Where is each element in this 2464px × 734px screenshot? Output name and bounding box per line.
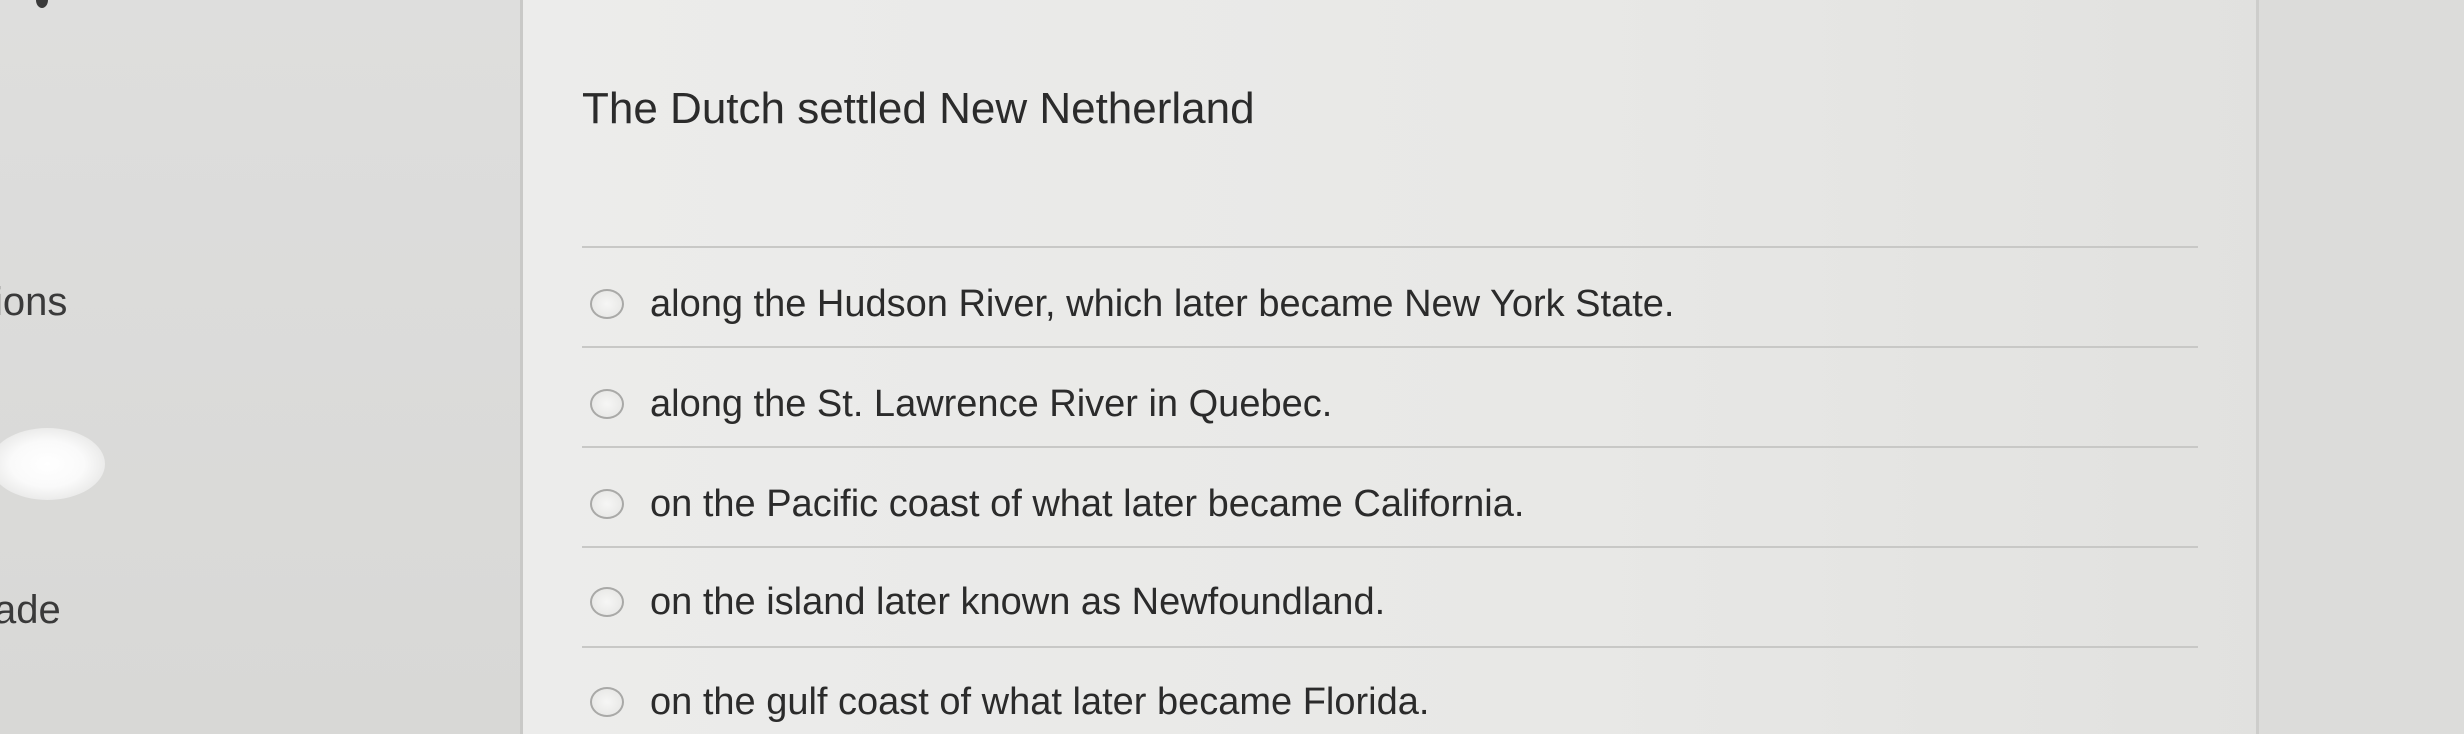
answer-option-label: on the gulf coast of what later became F… bbox=[650, 680, 1430, 723]
sidebar-item-partial-label-2[interactable]: ade bbox=[0, 588, 61, 633]
sidebar-partial-glyph bbox=[36, 0, 48, 8]
radio-button[interactable] bbox=[590, 587, 624, 617]
answer-option-4[interactable]: on the island later known as Newfoundlan… bbox=[590, 572, 1385, 632]
right-panel bbox=[2256, 0, 2464, 734]
divider bbox=[582, 446, 2198, 448]
answer-option-5[interactable]: on the gulf coast of what later became F… bbox=[590, 672, 1429, 732]
radio-button[interactable] bbox=[590, 687, 624, 717]
radio-button[interactable] bbox=[590, 289, 624, 319]
answer-option-label: on the island later known as Newfoundlan… bbox=[650, 580, 1386, 623]
answer-option-label: along the Hudson River, which later beca… bbox=[650, 282, 1675, 325]
left-sidebar: ions ade bbox=[0, 0, 523, 734]
answer-option-label: along the St. Lawrence River in Quebec. bbox=[650, 382, 1333, 425]
answer-option-2[interactable]: along the St. Lawrence River in Quebec. bbox=[590, 374, 1332, 434]
radio-button[interactable] bbox=[590, 489, 624, 519]
answer-option-3[interactable]: on the Pacific coast of what later becam… bbox=[590, 474, 1524, 534]
sidebar-item-partial-label-1[interactable]: ions bbox=[0, 280, 67, 325]
divider bbox=[582, 246, 2198, 248]
divider bbox=[582, 646, 2198, 648]
radio-button[interactable] bbox=[590, 389, 624, 419]
question-text: The Dutch settled New Netherland bbox=[582, 84, 1255, 133]
answer-option-1[interactable]: along the Hudson River, which later beca… bbox=[590, 274, 1674, 334]
divider bbox=[582, 346, 2198, 348]
screen-glare bbox=[0, 428, 105, 500]
divider bbox=[582, 546, 2198, 548]
answer-option-label: on the Pacific coast of what later becam… bbox=[650, 482, 1525, 525]
